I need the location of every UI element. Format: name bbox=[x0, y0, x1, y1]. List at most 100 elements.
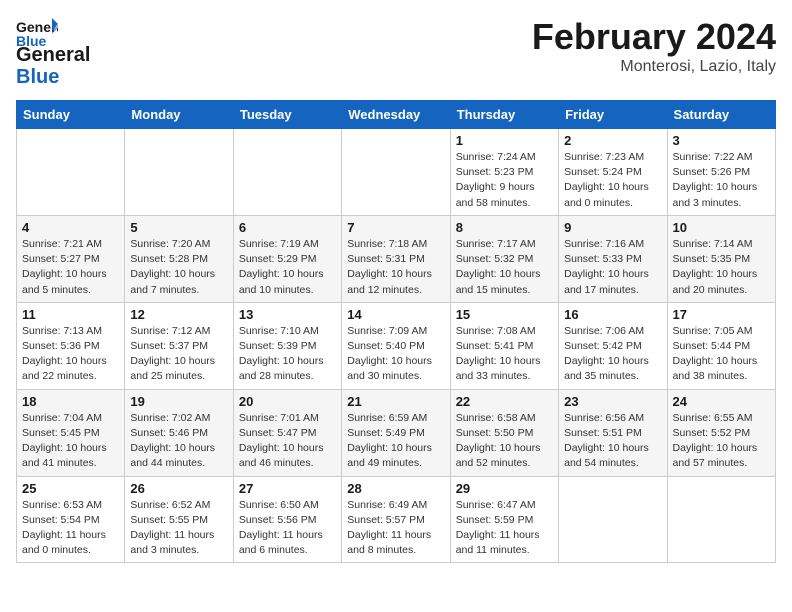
day-number: 17 bbox=[673, 307, 770, 322]
sunrise-text: Sunrise: 7:19 AM bbox=[239, 238, 319, 250]
calendar-day-cell bbox=[342, 129, 450, 216]
calendar-day-cell: 28 Sunrise: 6:49 AM Sunset: 5:57 PM Dayl… bbox=[342, 476, 450, 563]
sunrise-text: Sunrise: 7:18 AM bbox=[347, 238, 427, 250]
day-number: 20 bbox=[239, 394, 336, 409]
daylight-text: Daylight: 10 hours and 5 minutes. bbox=[22, 268, 107, 295]
sunset-text: Sunset: 5:45 PM bbox=[22, 427, 100, 439]
day-info: Sunrise: 7:10 AM Sunset: 5:39 PM Dayligh… bbox=[239, 324, 336, 385]
calendar-day-cell: 15 Sunrise: 7:08 AM Sunset: 5:41 PM Dayl… bbox=[450, 302, 558, 389]
sunset-text: Sunset: 5:23 PM bbox=[456, 166, 534, 178]
sunrise-text: Sunrise: 6:50 AM bbox=[239, 499, 319, 511]
location-title: Monterosi, Lazio, Italy bbox=[532, 58, 776, 76]
day-number: 1 bbox=[456, 133, 553, 148]
sunrise-text: Sunrise: 7:08 AM bbox=[456, 325, 536, 337]
day-number: 18 bbox=[22, 394, 119, 409]
calendar-day-cell: 25 Sunrise: 6:53 AM Sunset: 5:54 PM Dayl… bbox=[17, 476, 125, 563]
day-number: 25 bbox=[22, 481, 119, 496]
day-info: Sunrise: 7:09 AM Sunset: 5:40 PM Dayligh… bbox=[347, 324, 444, 385]
sunset-text: Sunset: 5:29 PM bbox=[239, 253, 317, 265]
day-info: Sunrise: 7:13 AM Sunset: 5:36 PM Dayligh… bbox=[22, 324, 119, 385]
calendar-day-cell: 9 Sunrise: 7:16 AM Sunset: 5:33 PM Dayli… bbox=[559, 215, 667, 302]
sunrise-text: Sunrise: 7:20 AM bbox=[130, 238, 210, 250]
header-saturday: Saturday bbox=[667, 101, 775, 129]
calendar-day-cell: 12 Sunrise: 7:12 AM Sunset: 5:37 PM Dayl… bbox=[125, 302, 233, 389]
day-info: Sunrise: 6:47 AM Sunset: 5:59 PM Dayligh… bbox=[456, 498, 553, 559]
calendar-table: Sunday Monday Tuesday Wednesday Thursday… bbox=[16, 100, 776, 563]
daylight-text: Daylight: 10 hours and 57 minutes. bbox=[673, 442, 758, 469]
daylight-text: Daylight: 9 hours and 58 minutes. bbox=[456, 181, 535, 208]
calendar-day-cell: 7 Sunrise: 7:18 AM Sunset: 5:31 PM Dayli… bbox=[342, 215, 450, 302]
title-area: February 2024 Monterosi, Lazio, Italy bbox=[532, 16, 776, 76]
day-info: Sunrise: 7:14 AM Sunset: 5:35 PM Dayligh… bbox=[673, 237, 770, 298]
calendar-day-cell: 23 Sunrise: 6:56 AM Sunset: 5:51 PM Dayl… bbox=[559, 389, 667, 476]
sunrise-text: Sunrise: 7:05 AM bbox=[673, 325, 753, 337]
calendar-day-cell bbox=[559, 476, 667, 563]
daylight-text: Daylight: 10 hours and 35 minutes. bbox=[564, 355, 649, 382]
sunset-text: Sunset: 5:28 PM bbox=[130, 253, 208, 265]
header-sunday: Sunday bbox=[17, 101, 125, 129]
logo-blue: Blue bbox=[16, 66, 59, 88]
daylight-text: Daylight: 10 hours and 28 minutes. bbox=[239, 355, 324, 382]
day-info: Sunrise: 7:16 AM Sunset: 5:33 PM Dayligh… bbox=[564, 237, 661, 298]
day-number: 10 bbox=[673, 220, 770, 235]
sunrise-text: Sunrise: 6:58 AM bbox=[456, 412, 536, 424]
sunset-text: Sunset: 5:44 PM bbox=[673, 340, 751, 352]
daylight-text: Daylight: 10 hours and 17 minutes. bbox=[564, 268, 649, 295]
sunset-text: Sunset: 5:33 PM bbox=[564, 253, 642, 265]
calendar-day-cell: 20 Sunrise: 7:01 AM Sunset: 5:47 PM Dayl… bbox=[233, 389, 341, 476]
day-info: Sunrise: 7:19 AM Sunset: 5:29 PM Dayligh… bbox=[239, 237, 336, 298]
day-info: Sunrise: 7:20 AM Sunset: 5:28 PM Dayligh… bbox=[130, 237, 227, 298]
day-number: 9 bbox=[564, 220, 661, 235]
daylight-text: Daylight: 10 hours and 41 minutes. bbox=[22, 442, 107, 469]
day-info: Sunrise: 7:23 AM Sunset: 5:24 PM Dayligh… bbox=[564, 150, 661, 211]
calendar-day-cell: 4 Sunrise: 7:21 AM Sunset: 5:27 PM Dayli… bbox=[17, 215, 125, 302]
calendar-day-cell: 14 Sunrise: 7:09 AM Sunset: 5:40 PM Dayl… bbox=[342, 302, 450, 389]
calendar-day-cell bbox=[233, 129, 341, 216]
calendar-day-cell: 18 Sunrise: 7:04 AM Sunset: 5:45 PM Dayl… bbox=[17, 389, 125, 476]
day-number: 16 bbox=[564, 307, 661, 322]
month-title: February 2024 bbox=[532, 16, 776, 58]
day-number: 5 bbox=[130, 220, 227, 235]
day-number: 7 bbox=[347, 220, 444, 235]
sunrise-text: Sunrise: 7:21 AM bbox=[22, 238, 102, 250]
calendar-day-cell: 3 Sunrise: 7:22 AM Sunset: 5:26 PM Dayli… bbox=[667, 129, 775, 216]
calendar-week-row: 18 Sunrise: 7:04 AM Sunset: 5:45 PM Dayl… bbox=[17, 389, 776, 476]
calendar-day-cell: 22 Sunrise: 6:58 AM Sunset: 5:50 PM Dayl… bbox=[450, 389, 558, 476]
day-info: Sunrise: 7:24 AM Sunset: 5:23 PM Dayligh… bbox=[456, 150, 553, 211]
day-number: 15 bbox=[456, 307, 553, 322]
day-number: 21 bbox=[347, 394, 444, 409]
sunset-text: Sunset: 5:56 PM bbox=[239, 514, 317, 526]
daylight-text: Daylight: 10 hours and 46 minutes. bbox=[239, 442, 324, 469]
header-row: Sunday Monday Tuesday Wednesday Thursday… bbox=[17, 101, 776, 129]
header-friday: Friday bbox=[559, 101, 667, 129]
calendar-day-cell: 19 Sunrise: 7:02 AM Sunset: 5:46 PM Dayl… bbox=[125, 389, 233, 476]
sunset-text: Sunset: 5:59 PM bbox=[456, 514, 534, 526]
daylight-text: Daylight: 10 hours and 7 minutes. bbox=[130, 268, 215, 295]
day-number: 12 bbox=[130, 307, 227, 322]
sunset-text: Sunset: 5:40 PM bbox=[347, 340, 425, 352]
sunset-text: Sunset: 5:55 PM bbox=[130, 514, 208, 526]
day-info: Sunrise: 7:05 AM Sunset: 5:44 PM Dayligh… bbox=[673, 324, 770, 385]
calendar-week-row: 4 Sunrise: 7:21 AM Sunset: 5:27 PM Dayli… bbox=[17, 215, 776, 302]
day-number: 24 bbox=[673, 394, 770, 409]
day-number: 4 bbox=[22, 220, 119, 235]
day-info: Sunrise: 7:22 AM Sunset: 5:26 PM Dayligh… bbox=[673, 150, 770, 211]
calendar-day-cell: 13 Sunrise: 7:10 AM Sunset: 5:39 PM Dayl… bbox=[233, 302, 341, 389]
day-number: 22 bbox=[456, 394, 553, 409]
sunset-text: Sunset: 5:39 PM bbox=[239, 340, 317, 352]
daylight-text: Daylight: 10 hours and 33 minutes. bbox=[456, 355, 541, 382]
sunset-text: Sunset: 5:42 PM bbox=[564, 340, 642, 352]
day-number: 2 bbox=[564, 133, 661, 148]
sunset-text: Sunset: 5:24 PM bbox=[564, 166, 642, 178]
sunset-text: Sunset: 5:35 PM bbox=[673, 253, 751, 265]
page-header: General Blue General Blue February 2024 … bbox=[16, 16, 776, 88]
sunrise-text: Sunrise: 7:17 AM bbox=[456, 238, 536, 250]
day-info: Sunrise: 6:55 AM Sunset: 5:52 PM Dayligh… bbox=[673, 411, 770, 472]
sunrise-text: Sunrise: 6:47 AM bbox=[456, 499, 536, 511]
daylight-text: Daylight: 11 hours and 3 minutes. bbox=[130, 529, 214, 556]
daylight-text: Daylight: 11 hours and 11 minutes. bbox=[456, 529, 540, 556]
sunset-text: Sunset: 5:52 PM bbox=[673, 427, 751, 439]
header-thursday: Thursday bbox=[450, 101, 558, 129]
daylight-text: Daylight: 10 hours and 3 minutes. bbox=[673, 181, 758, 208]
calendar-day-cell bbox=[125, 129, 233, 216]
